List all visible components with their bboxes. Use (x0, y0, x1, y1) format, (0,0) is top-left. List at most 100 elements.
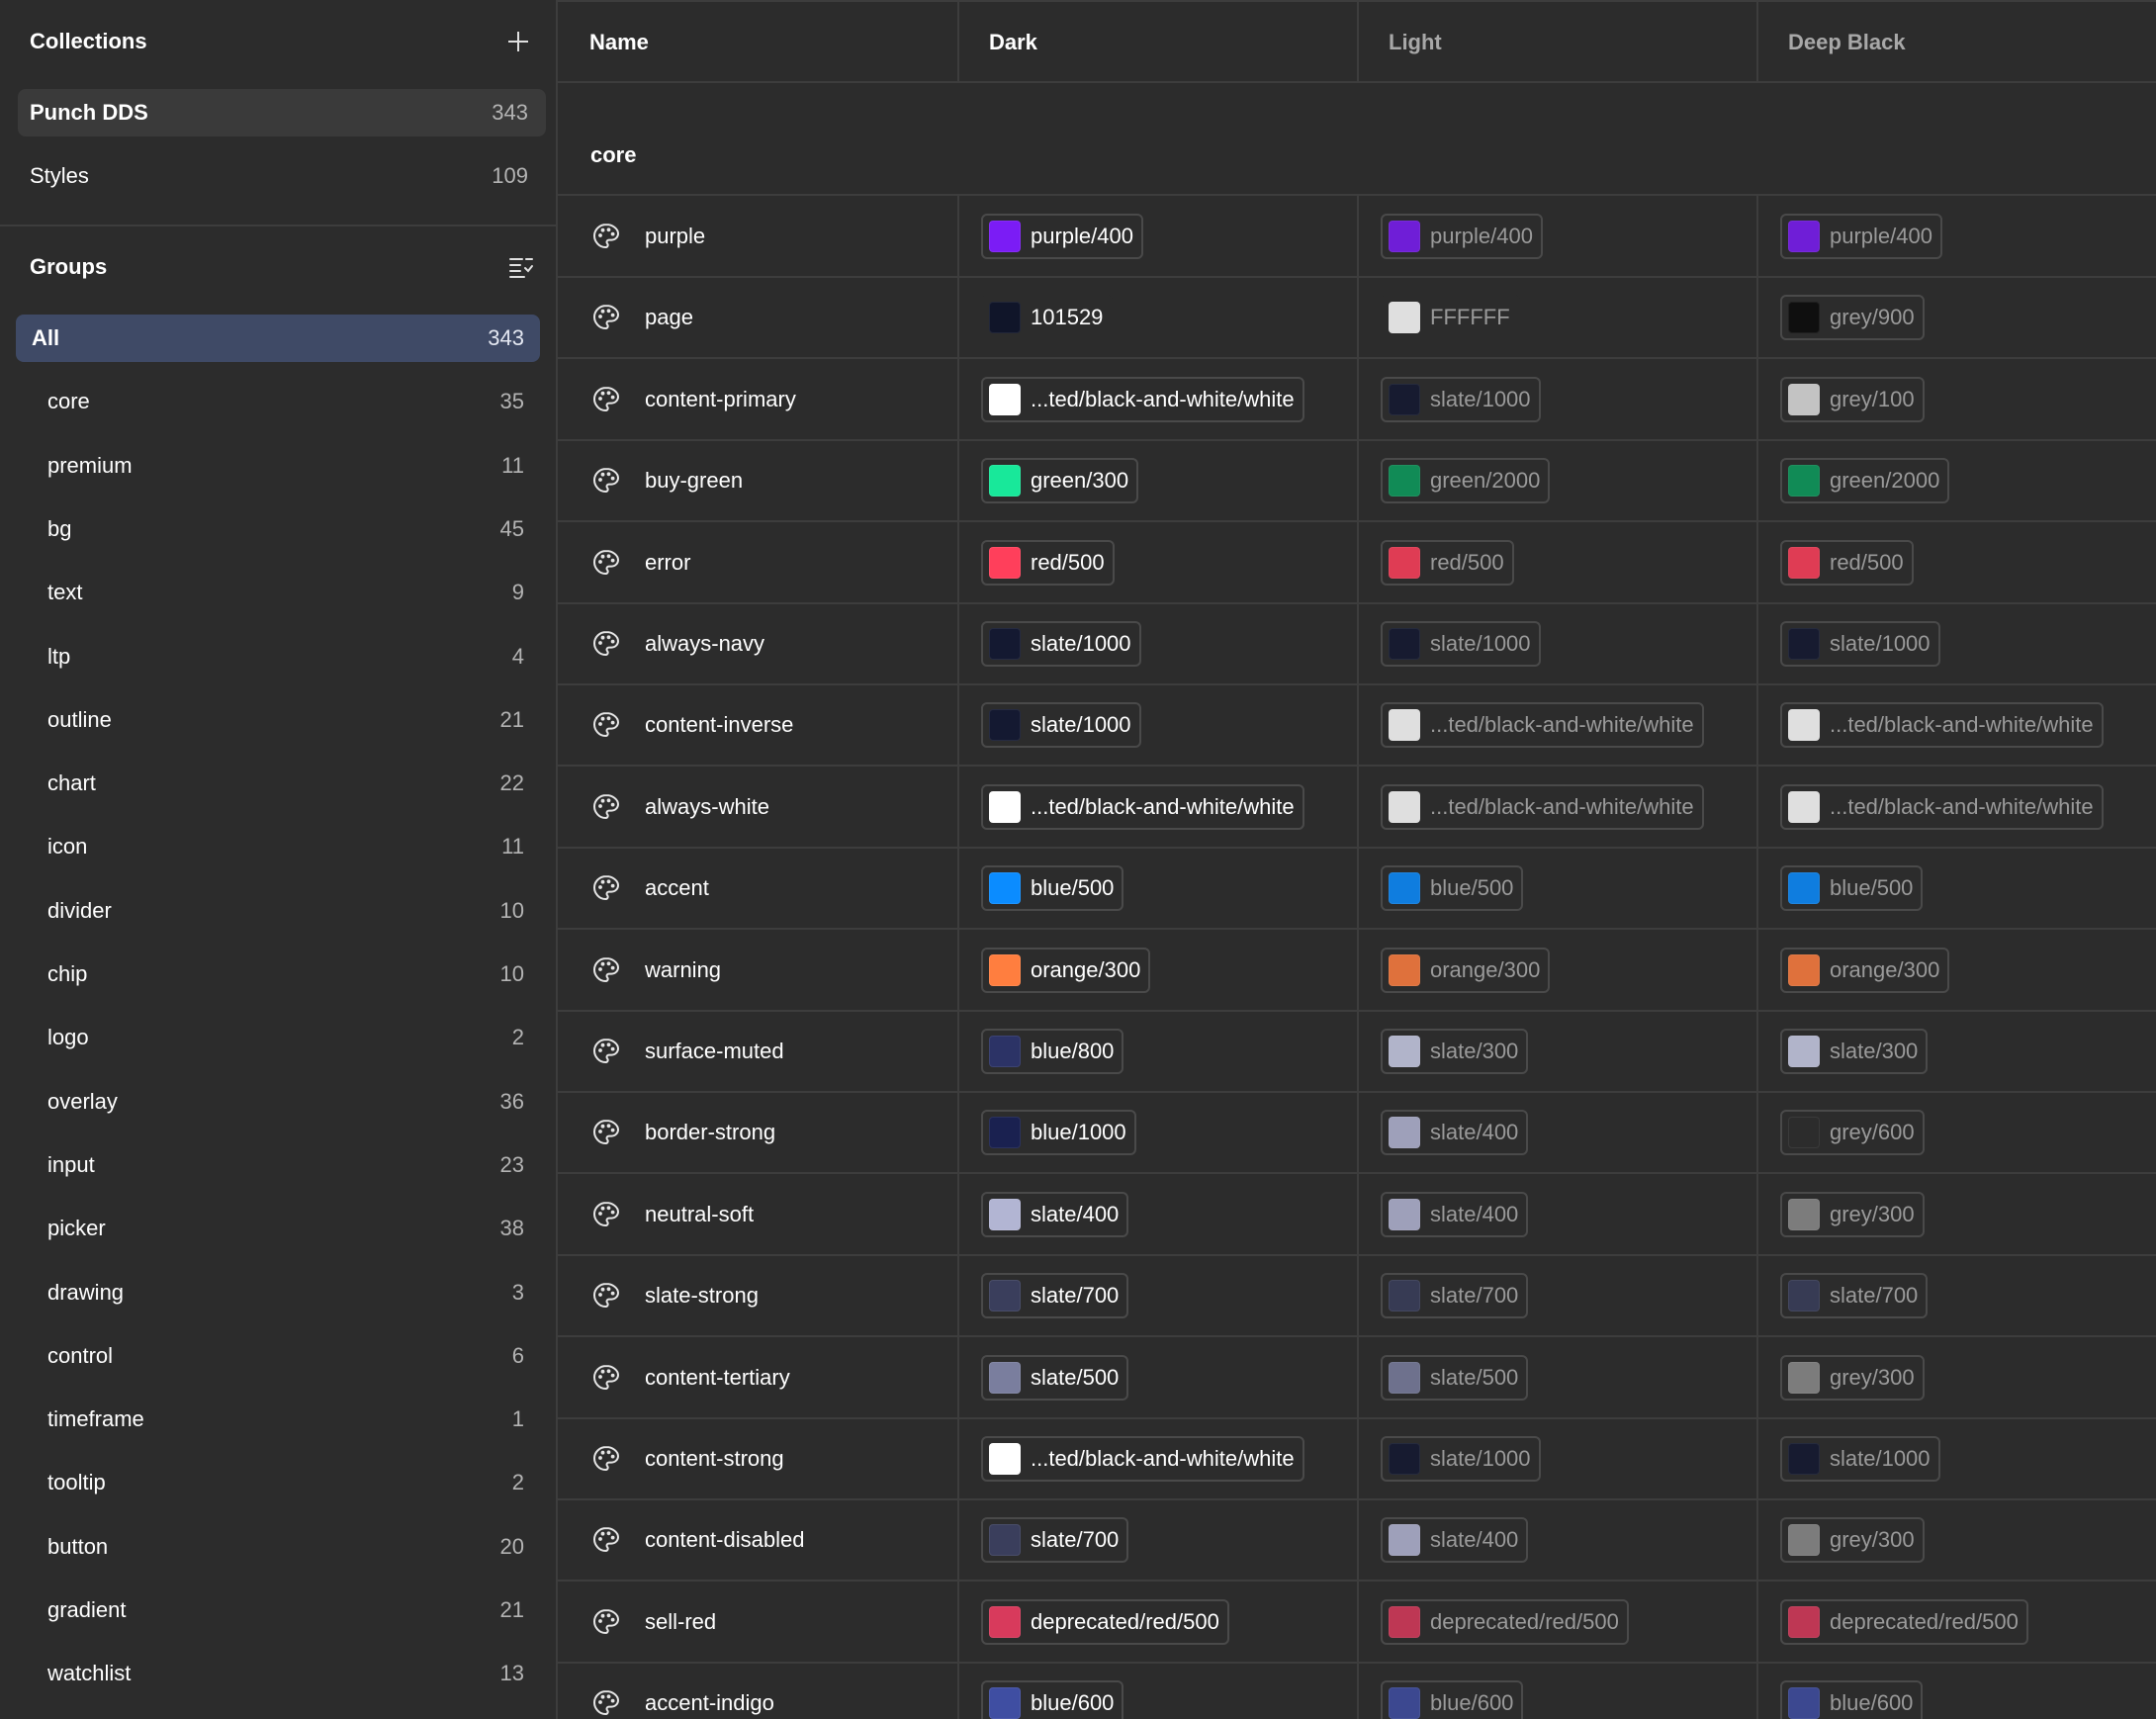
color-value-chip[interactable]: blue/600 (1780, 1680, 1924, 1719)
column-header-dark[interactable]: Dark (957, 2, 1357, 83)
color-value-chip[interactable]: slate/1000 (981, 621, 1141, 667)
color-value-chip[interactable]: green/300 (981, 458, 1139, 504)
color-value-chip[interactable]: slate/400 (981, 1191, 1129, 1237)
value-cell-dark: slate/400 (981, 1174, 1357, 1255)
color-value-chip[interactable]: FFFFFF (1381, 295, 1520, 341)
collection-item[interactable]: Styles 109 (18, 152, 546, 200)
color-value-chip[interactable]: slate/400 (1381, 1110, 1529, 1156)
color-value-chip[interactable]: deprecated/red/500 (1780, 1598, 2028, 1645)
color-value-chip[interactable]: slate/700 (981, 1273, 1129, 1319)
color-value-text: slate/1000 (1031, 712, 1131, 738)
group-item[interactable]: icon 11 (16, 823, 540, 870)
group-item[interactable]: picker 38 (16, 1205, 540, 1252)
palette-icon (592, 875, 620, 901)
color-value-chip[interactable]: blue/800 (981, 1029, 1124, 1074)
color-value-chip[interactable]: slate/700 (981, 1517, 1129, 1564)
variable-name: warning (645, 956, 722, 982)
color-value-chip[interactable]: red/500 (1780, 539, 1914, 586)
color-value-chip[interactable]: slate/400 (1381, 1191, 1529, 1237)
group-item[interactable]: drawing 3 (16, 1269, 540, 1316)
color-value-chip[interactable]: slate/500 (1381, 1354, 1529, 1401)
color-value-chip[interactable]: slate/700 (1780, 1273, 1929, 1319)
color-value-chip[interactable]: slate/300 (1381, 1029, 1529, 1074)
color-value-text: slate/700 (1031, 1283, 1120, 1309)
color-value-chip[interactable]: orange/300 (1780, 947, 1950, 993)
color-value-chip[interactable]: ...ted/black-and-white/white (1381, 783, 1704, 830)
color-value-chip[interactable]: slate/300 (1780, 1029, 1929, 1074)
group-item[interactable]: outline 21 (16, 696, 540, 744)
color-value-chip[interactable]: green/2000 (1381, 458, 1551, 504)
color-value-chip[interactable]: ...ted/black-and-white/white (1780, 783, 2104, 830)
group-item[interactable]: core 35 (16, 378, 540, 425)
column-header-light[interactable]: Light (1357, 2, 1756, 83)
filter-list-icon[interactable] (508, 255, 534, 279)
group-item[interactable]: button 20 (16, 1523, 540, 1571)
group-label: logo (47, 1025, 89, 1050)
color-value-chip[interactable]: 101529 (981, 295, 1114, 341)
color-value-chip[interactable]: purple/400 (1381, 214, 1543, 259)
color-value-chip[interactable]: grey/300 (1780, 1191, 1925, 1237)
color-value-chip[interactable]: blue/600 (981, 1680, 1124, 1719)
column-header-name[interactable]: Name (558, 2, 957, 83)
color-value-chip[interactable]: green/2000 (1780, 458, 1950, 504)
color-value-chip[interactable]: orange/300 (1381, 947, 1551, 993)
collection-item[interactable]: Punch DDS 343 (18, 89, 546, 136)
plus-icon[interactable] (508, 32, 528, 51)
group-item[interactable]: overlay 36 (16, 1078, 540, 1126)
color-value-chip[interactable]: slate/1000 (1381, 376, 1541, 422)
color-value-chip[interactable]: grey/600 (1780, 1110, 1925, 1156)
group-item[interactable]: text 9 (16, 569, 540, 616)
variable-name: content-tertiary (645, 1364, 790, 1390)
color-value-chip[interactable]: blue/600 (1381, 1680, 1524, 1719)
group-item[interactable]: ltp 4 (16, 633, 540, 680)
group-item[interactable]: tooltip 2 (16, 1459, 540, 1506)
value-cell-dark: slate/1000 (981, 603, 1357, 684)
value-cell-light: slate/400 (1381, 1499, 1756, 1581)
color-value-chip[interactable]: blue/1000 (981, 1110, 1136, 1156)
color-value-chip[interactable]: slate/700 (1381, 1273, 1529, 1319)
color-value-chip[interactable]: grey/300 (1780, 1517, 1925, 1564)
color-value-chip[interactable]: red/500 (1381, 539, 1514, 586)
column-header-deep-black[interactable]: Deep Black (1756, 2, 2156, 83)
group-item[interactable]: All 343 (16, 315, 540, 362)
variable-name: content-primary (645, 386, 796, 411)
color-value-chip[interactable]: slate/1000 (1780, 621, 1940, 667)
color-value-chip[interactable]: grey/300 (1780, 1354, 1925, 1401)
value-cell-light: slate/1000 (1381, 603, 1756, 684)
color-value-chip[interactable]: slate/500 (981, 1354, 1129, 1401)
color-value-chip[interactable]: grey/100 (1780, 376, 1925, 422)
group-item[interactable]: bg 45 (16, 505, 540, 553)
color-value-chip[interactable]: purple/400 (1780, 214, 1942, 259)
color-value-chip[interactable]: deprecated/red/500 (981, 1598, 1229, 1645)
color-value-chip[interactable]: ...ted/black-and-white/white (981, 783, 1304, 830)
group-item[interactable]: timeframe 1 (16, 1396, 540, 1443)
group-item[interactable]: watchlist 13 (16, 1650, 540, 1697)
color-value-chip[interactable]: slate/400 (1381, 1517, 1529, 1564)
color-value-chip[interactable]: slate/1000 (1381, 1436, 1541, 1482)
color-value-chip[interactable]: blue/500 (1780, 865, 1924, 912)
group-item[interactable]: chart 22 (16, 760, 540, 807)
color-value-chip[interactable]: grey/900 (1780, 295, 1925, 341)
group-item[interactable]: premium 11 (16, 442, 540, 490)
color-value-chip[interactable]: slate/1000 (981, 702, 1141, 749)
group-item[interactable]: divider 10 (16, 887, 540, 935)
color-value-chip[interactable]: ...ted/black-and-white/white (981, 1436, 1304, 1482)
color-value-chip[interactable]: blue/500 (981, 865, 1124, 912)
color-value-chip[interactable]: purple/400 (981, 214, 1143, 259)
group-item[interactable]: control 6 (16, 1332, 540, 1380)
color-value-chip[interactable]: blue/500 (1381, 865, 1524, 912)
group-item[interactable]: input 23 (16, 1141, 540, 1189)
group-item[interactable]: chip 10 (16, 950, 540, 998)
color-value-chip[interactable]: slate/1000 (1381, 621, 1541, 667)
color-value-chip[interactable]: red/500 (981, 539, 1115, 586)
color-value-chip[interactable]: ...ted/black-and-white/white (1381, 702, 1704, 749)
value-cell-deep-black: grey/300 (1780, 1499, 2156, 1581)
color-value-chip[interactable]: ...ted/black-and-white/white (1780, 702, 2104, 749)
color-value-chip[interactable]: slate/1000 (1780, 1436, 1940, 1482)
color-value-text: orange/300 (1031, 956, 1141, 982)
group-item[interactable]: logo 2 (16, 1014, 540, 1061)
color-value-chip[interactable]: orange/300 (981, 947, 1151, 993)
group-item[interactable]: gradient 21 (16, 1586, 540, 1634)
color-value-chip[interactable]: deprecated/red/500 (1381, 1598, 1629, 1645)
color-value-chip[interactable]: ...ted/black-and-white/white (981, 376, 1304, 422)
